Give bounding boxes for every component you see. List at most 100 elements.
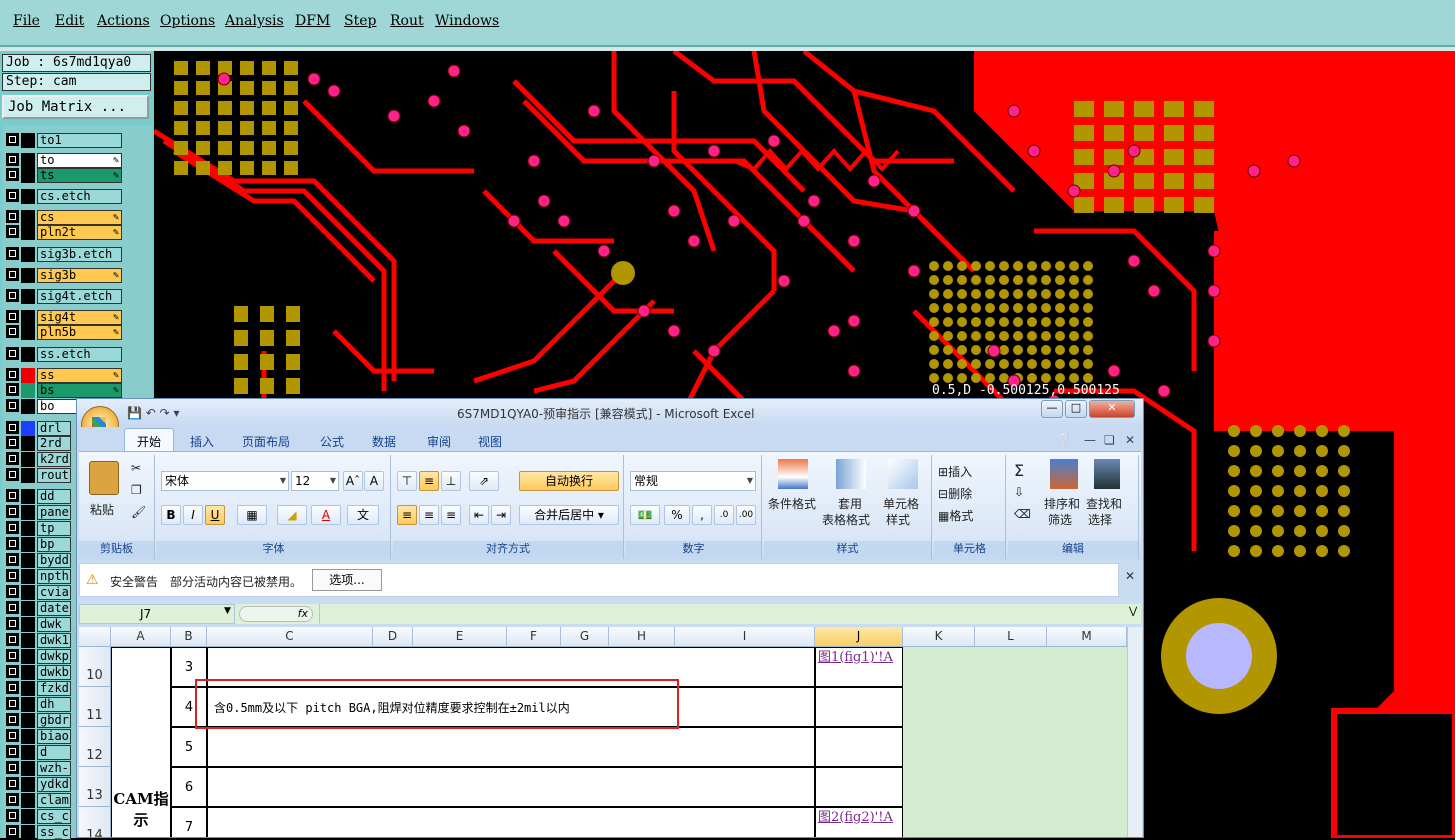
number-cell[interactable]: 6 [171,767,207,807]
layer-checkbox[interactable] [6,421,19,434]
quick-access-toolbar[interactable]: 💾 ↶ ↷ ▾ [127,406,180,420]
menu-rout[interactable]: Rout [390,13,424,29]
layer-checkbox[interactable] [6,168,19,181]
layer-color-swatch[interactable] [21,289,35,304]
layer-color-swatch[interactable] [21,713,35,728]
layer-name[interactable]: dwkb [37,665,71,680]
layer-checkbox[interactable] [6,681,19,694]
layer-checkbox[interactable] [6,617,19,630]
cam-instruction-merged-cell[interactable]: CAM指示 [111,647,171,837]
layer-checkbox[interactable] [6,325,19,338]
fill-color-button[interactable]: ◢ [277,505,307,525]
doc-minimize-icon[interactable]: — [1084,433,1096,447]
layer-name[interactable]: 2rd [37,436,71,451]
layer-checkbox[interactable] [6,210,19,223]
layer-name[interactable]: dwk [37,617,71,632]
expand-formula-icon[interactable]: ⋁ [1129,606,1137,617]
layer-name[interactable]: dd [37,489,71,504]
instruction-cell[interactable] [207,767,815,807]
layer-checkbox[interactable] [6,368,19,381]
cell-styles-label-2[interactable]: 样式 [886,511,910,528]
column-header-m[interactable]: M [1047,627,1127,647]
layer-checkbox[interactable] [6,399,19,412]
font-size-select[interactable]: 12 ▼ [291,471,339,491]
format-painter-icon[interactable]: 🖌 [131,505,146,519]
cell-styles-icon[interactable] [888,459,918,489]
orientation-button[interactable]: ⇗ [469,471,499,491]
number-cell[interactable]: 7 [171,807,207,837]
layer-name[interactable]: pane [37,505,71,520]
column-header-a[interactable]: A [111,627,171,647]
hyperlink-cell[interactable] [815,767,903,807]
layer-checkbox[interactable] [6,383,19,396]
format-as-table-icon[interactable] [836,459,866,489]
layer-color-swatch[interactable] [21,399,35,414]
row-header[interactable]: 11 [79,687,111,727]
align-center-button[interactable]: ≡ [419,505,439,525]
layer-name[interactable]: cvia [37,585,71,600]
find-select-label-1[interactable]: 查找和 [1086,495,1122,512]
menu-step[interactable]: Step [344,13,376,29]
layer-name[interactable]: dwk1 [37,633,71,648]
vertical-scrollbar[interactable] [1127,627,1142,837]
layer-color-swatch[interactable] [21,697,35,712]
column-header-c[interactable]: C [207,627,373,647]
layer-color-swatch[interactable] [21,452,35,467]
instruction-cell[interactable]: 含0.5mm及以下 pitch BGA,阻焊对位精度要求控制在±2mil以内 [207,687,815,727]
layer-color-swatch[interactable] [21,777,35,792]
layer-color-swatch[interactable] [21,247,35,262]
layer-color-swatch[interactable] [21,310,35,325]
cut-icon[interactable]: ✂ [131,461,141,475]
layer-checkbox[interactable] [6,247,19,260]
number-format-select[interactable]: 常规 ▼ [630,471,756,491]
layer-name[interactable]: pln5b ✎ [37,325,122,340]
borders-button[interactable]: ▦ [237,505,267,525]
column-header-k[interactable]: K [903,627,975,647]
layer-name[interactable]: clam [37,793,71,808]
insert-cells-button[interactable]: ⊞插入 [938,463,972,480]
layer-color-swatch[interactable] [21,421,35,436]
namebox-dropdown-icon[interactable]: ▼ [224,606,231,616]
layer-name[interactable]: rout [37,468,71,483]
layer-name[interactable]: bydd [37,553,71,568]
layer-name[interactable]: tp [37,521,71,536]
grow-font-button[interactable]: Aˆ [343,471,363,491]
layer-color-swatch[interactable] [21,537,35,552]
underline-button[interactable]: U [205,505,225,525]
layer-checkbox[interactable] [6,521,19,534]
layer-color-swatch[interactable] [21,153,35,168]
layer-color-swatch[interactable] [21,665,35,680]
row-header[interactable]: 14 [79,807,111,837]
menu-analysis[interactable]: Analysis [225,13,284,29]
align-right-button[interactable]: ≡ [441,505,461,525]
layer-name[interactable]: bp [37,537,71,552]
layer-name[interactable]: cs.etch [37,189,122,204]
autosum-icon[interactable]: Σ [1014,461,1024,480]
layer-color-swatch[interactable] [21,649,35,664]
layer-color-swatch[interactable] [21,793,35,808]
number-cell[interactable]: 4 [171,687,207,727]
delete-cells-button[interactable]: ⊟删除 [938,485,972,502]
layer-checkbox[interactable] [6,569,19,582]
layer-checkbox[interactable] [6,537,19,550]
menu-options[interactable]: Options [160,13,215,29]
align-left-button[interactable]: ≡ [397,505,417,525]
layer-name[interactable]: k2rd [37,452,71,467]
name-box[interactable]: J7 [79,604,235,624]
layer-checkbox[interactable] [6,745,19,758]
cell-styles-label-1[interactable]: 单元格 [883,495,919,512]
layer-color-swatch[interactable] [21,761,35,776]
align-middle-button[interactable]: ≡ [419,471,439,491]
layer-checkbox[interactable] [6,601,19,614]
layer-name[interactable]: sig3b ✎ [37,268,122,283]
layer-name[interactable]: cs ✎ [37,210,122,225]
layer-checkbox[interactable] [6,585,19,598]
layer-name[interactable]: biao [37,729,71,744]
sort-filter-icon[interactable] [1050,459,1078,489]
align-bottom-button[interactable]: ⊥ [441,471,461,491]
menu-dfm[interactable]: DFM [295,13,330,29]
select-all-corner[interactable] [79,627,111,647]
layer-checkbox[interactable] [6,310,19,323]
layer-checkbox[interactable] [6,713,19,726]
layer-name[interactable]: d [37,745,71,760]
